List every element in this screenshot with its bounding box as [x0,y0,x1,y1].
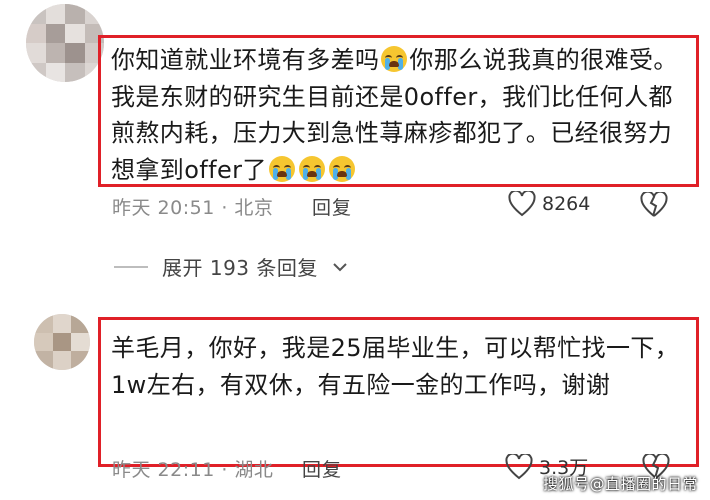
broken-heart-icon[interactable] [640,192,668,218]
crying-emoji-icon [328,155,355,182]
crying-emoji-icon [268,155,295,182]
heart-icon [508,191,536,217]
like-count: 8264 [542,193,591,215]
comment-meta: 昨天 22:11 · 湖北 [112,459,274,481]
reply-button[interactable]: 回复 [312,193,352,220]
watermark: 搜狐号@直播圈的日常 [542,475,698,493]
avatar-mosaic [26,4,104,82]
heart-icon [505,453,533,479]
chevron-down-icon [333,262,347,271]
crying-emoji-icon [298,155,325,182]
avatar[interactable] [34,314,90,370]
avatar-mosaic [34,314,90,370]
expand-replies-button[interactable]: 展开 193 条回复 [114,252,348,281]
comment-text: 你知道就业环境有多差吗 你那么说我真的很难受。我是东财的研究生目前还是0offer… [111,42,693,188]
divider-line [114,265,148,268]
like-button[interactable]: 8264 [508,191,590,217]
comment-meta: 昨天 20:51 · 北京 [112,197,274,219]
crying-emoji-icon [381,46,408,72]
comment-text-part1: 你知道就业环境有多差吗 [111,46,380,74]
reply-button[interactable]: 回复 [302,455,342,482]
expand-replies-label: 展开 193 条回复 [162,256,318,280]
comment-text: 羊毛月，你好，我是25届毕业生，可以帮忙找一下，1w左右，有双休，有五险一金的工… [111,334,680,399]
avatar[interactable] [26,4,104,82]
